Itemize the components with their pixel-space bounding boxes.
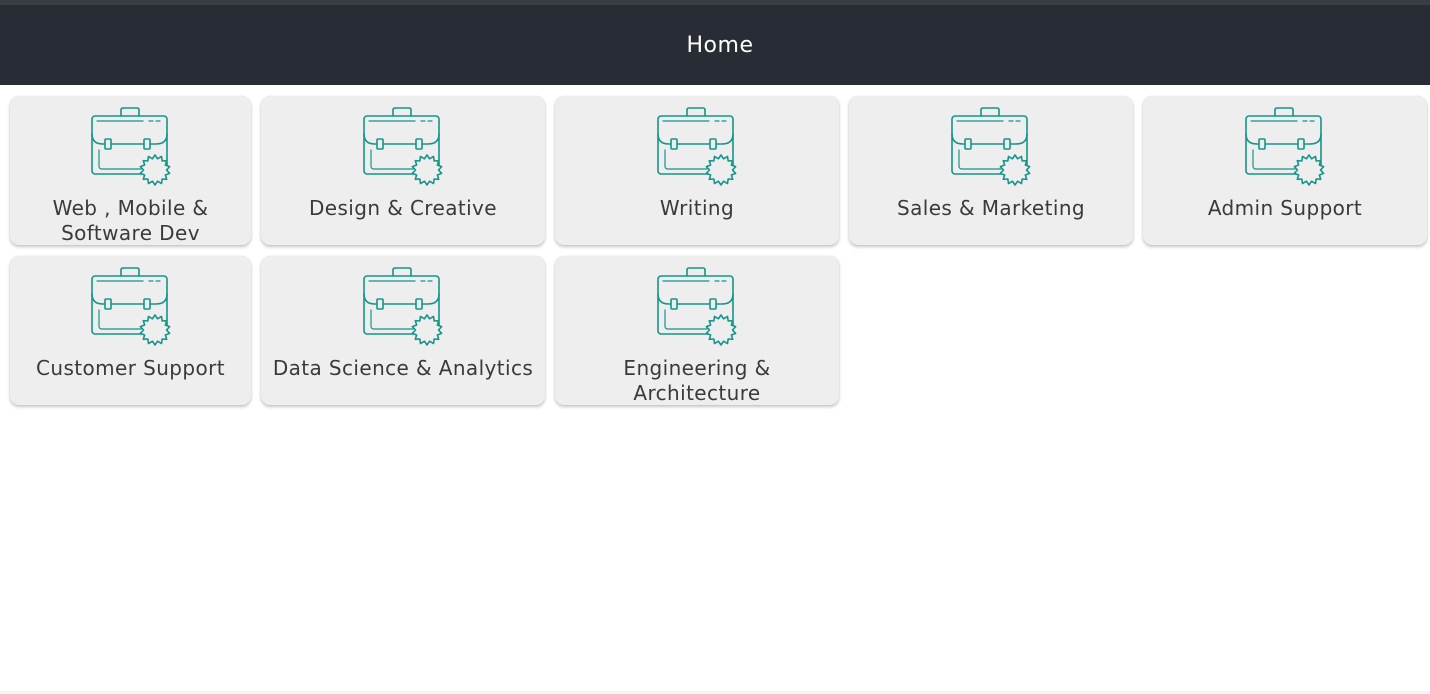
category-label: Admin Support (1207, 196, 1363, 220)
category-label: Customer Support (36, 356, 225, 380)
briefcase-badge-icon (361, 266, 445, 348)
briefcase-badge-icon (361, 106, 445, 188)
briefcase-badge-icon (89, 266, 173, 348)
category-tile-design-creative[interactable]: Design & Creative (261, 96, 545, 245)
header-bar: Home (0, 0, 1430, 85)
category-label: Design & Creative (308, 196, 497, 220)
category-tile-admin-support[interactable]: Admin Support (1143, 96, 1427, 245)
briefcase-badge-icon (655, 266, 739, 348)
category-label: Data Science & Analytics (272, 356, 534, 380)
category-label: Engineering & Architecture (623, 356, 771, 405)
category-tile-writing[interactable]: Writing (555, 96, 839, 245)
category-tile-web-mobile-software-dev[interactable]: Web , Mobile & Software Dev (10, 96, 251, 245)
briefcase-badge-icon (655, 106, 739, 188)
category-tile-sales-marketing[interactable]: Sales & Marketing (849, 96, 1133, 245)
category-label: Web , Mobile & Software Dev (52, 196, 209, 245)
category-label: Writing (659, 196, 735, 220)
app-root: Home Web , Mobile & Software Dev Design … (0, 0, 1430, 694)
briefcase-badge-icon (949, 106, 1033, 188)
category-tile-customer-support[interactable]: Customer Support (10, 256, 251, 405)
category-tile-engineering-architecture[interactable]: Engineering & Architecture (555, 256, 839, 405)
page-title: Home (686, 32, 754, 58)
briefcase-badge-icon (89, 106, 173, 188)
category-tile-data-science-analytics[interactable]: Data Science & Analytics (261, 256, 545, 405)
briefcase-badge-icon (1243, 106, 1327, 188)
category-label: Sales & Marketing (896, 196, 1086, 220)
